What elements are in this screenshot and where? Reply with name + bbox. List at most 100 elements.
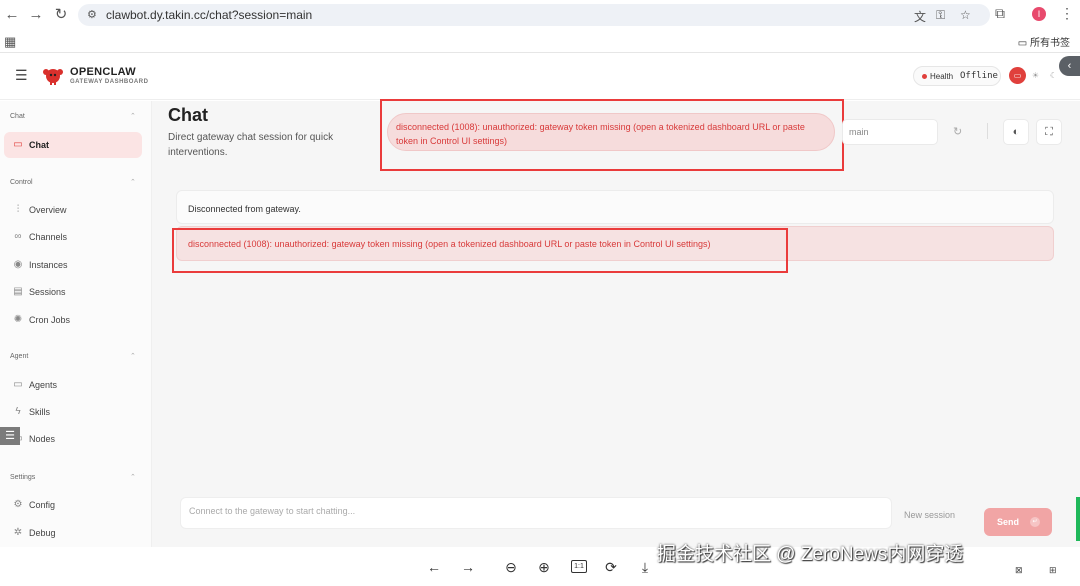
sidebar-item-label: Instances — [29, 260, 68, 270]
sidebar-toggle-icon[interactable]: ☰ — [15, 67, 28, 84]
bug-icon: ✲ — [13, 527, 23, 538]
health-label: Health — [930, 72, 954, 81]
scroll-indicator[interactable] — [1076, 497, 1080, 541]
next-image-icon[interactable]: → — [459, 558, 477, 576]
sidebar-item-label: Config — [29, 500, 56, 510]
zap-icon: ϟ — [15, 406, 21, 417]
back-icon[interactable]: ← — [2, 5, 22, 25]
window-corner-icon[interactable]: ⊞ — [1049, 565, 1057, 576]
sidebar-item-config[interactable]: ⚙ Config — [4, 492, 142, 518]
loader-icon: ✺ — [13, 314, 23, 325]
zoom-in-icon[interactable]: ⊕ — [535, 558, 553, 576]
all-bookmarks-folder[interactable]: ▭ 所有书签 — [1018, 34, 1070, 49]
sidebar-item-chat[interactable]: ▭ Chat — [4, 132, 142, 158]
link-icon: ∞ — [14, 231, 22, 242]
reload-icon[interactable]: ↻ — [51, 5, 71, 25]
sidebar-item-label: Overview — [29, 205, 67, 215]
openclaw-logo-icon — [43, 69, 63, 85]
window-corner-icon[interactable]: ⊠ — [1015, 565, 1023, 576]
focus-mode-icon[interactable]: ⛶ — [1036, 119, 1062, 145]
chat-main: Chat Direct gateway chat session for qui… — [152, 99, 1080, 547]
previous-image-icon[interactable]: ← — [425, 558, 443, 576]
chevron-up-icon[interactable]: ⌃ — [130, 178, 136, 186]
sidebar-item-label: Chat — [29, 140, 49, 150]
status-message-text: Disconnected from gateway. — [188, 204, 301, 214]
sidebar-item-label: Debug — [29, 528, 56, 538]
rotate-icon[interactable]: ⟳ — [602, 558, 620, 576]
chevron-up-icon[interactable]: ⌃ — [130, 352, 136, 360]
send-label: Send — [997, 517, 1020, 527]
profile-avatar[interactable]: I — [1032, 7, 1046, 21]
browser-menu-icon[interactable]: ⋮ — [1060, 5, 1074, 22]
send-button[interactable]: Send ↵ — [984, 508, 1052, 536]
health-value: Offline — [960, 71, 998, 81]
page-subtitle: Direct gateway chat session for quick in… — [168, 132, 334, 158]
watermark: 掘金技术社区 @ ZeroNews内网穿透 — [657, 544, 964, 565]
bookmark-star-icon[interactable]: ☆ — [960, 8, 971, 22]
sidebar-item-cron-jobs[interactable]: ✺ Cron Jobs — [4, 307, 142, 333]
app-header: ☰ OPENCLAW GATEWAY DASHBOARD Health Offl… — [0, 54, 1080, 100]
theme-system-icon[interactable]: ▭ — [1009, 67, 1026, 84]
sidebar-item-debug[interactable]: ✲ Debug — [4, 520, 142, 546]
chevron-up-icon[interactable]: ⌃ — [130, 112, 136, 120]
folder-icon: ▭ — [1017, 38, 1028, 49]
enter-key-icon: ↵ — [1030, 517, 1040, 527]
forward-icon[interactable]: → — [26, 5, 46, 25]
extensions-icon[interactable]: ⧉ — [995, 5, 1005, 22]
sidebar-item-instances[interactable]: ◉ Instances — [4, 252, 142, 278]
chevron-up-icon[interactable]: ⌃ — [130, 473, 136, 481]
refresh-icon[interactable]: ↻ — [953, 125, 962, 138]
error-message: disconnected (1008): unauthorized: gatew… — [176, 226, 1054, 261]
error-message-text: disconnected (1008): unauthorized: gatew… — [188, 239, 711, 249]
sidebar-item-label: Agents — [29, 380, 58, 390]
sidebar-item-skills[interactable]: ϟ Skills — [4, 399, 142, 425]
collapse-panel-icon[interactable]: ‹ — [1059, 56, 1080, 76]
sidebar-item-overview[interactable]: ⫶ Overview — [4, 197, 142, 223]
nav-group-settings[interactable]: Settings — [10, 474, 35, 481]
sidebar-item-nodes[interactable]: ▭ Nodes — [4, 426, 142, 452]
new-session-button[interactable]: New session — [904, 510, 955, 520]
gear-icon: ⚙ — [13, 499, 23, 510]
sidebar-item-label: Nodes — [29, 434, 56, 444]
site-settings-icon[interactable]: ⚙ — [87, 8, 97, 21]
bar-chart-icon: ⫶ — [16, 204, 20, 215]
brand-name: OPENCLAW — [70, 66, 136, 78]
document-icon: ▤ — [13, 286, 23, 297]
browser-toolbar: ← → ↻ ⚙ clawbot.dy.takin.cc/chat?session… — [0, 0, 1080, 30]
health-status-dot-icon — [922, 74, 927, 79]
chat-icon: ▭ — [13, 139, 23, 150]
sidebar-item-agents[interactable]: ▭ Agents — [4, 372, 142, 398]
toolbar-divider — [987, 123, 988, 139]
sidebar-item-label: Sessions — [29, 287, 66, 297]
theme-light-icon[interactable]: ☀ — [1027, 67, 1044, 84]
message-input[interactable] — [181, 498, 891, 528]
thinking-toggle-icon[interactable]: ◐ — [1003, 119, 1029, 145]
session-select[interactable]: main — [842, 119, 938, 145]
url-text[interactable]: clawbot.dy.takin.cc/chat?session=main — [106, 8, 312, 22]
download-icon[interactable]: ⤓ — [636, 558, 654, 576]
password-key-icon[interactable]: ⚿ — [936, 8, 945, 23]
message-composer[interactable] — [180, 497, 892, 529]
nav-group-chat[interactable]: Chat — [10, 113, 25, 120]
brand-subtitle: GATEWAY DASHBOARD — [70, 79, 149, 85]
sidebar-item-label: Skills — [29, 407, 51, 417]
page-title: Chat — [168, 105, 208, 125]
zoom-out-icon[interactable]: ⊖ — [502, 558, 520, 576]
address-bar[interactable]: ⚙ clawbot.dy.takin.cc/chat?session=main … — [78, 4, 990, 26]
actual-size-button[interactable]: 1:1 — [571, 560, 587, 573]
nav-group-control[interactable]: Control — [10, 179, 33, 186]
translate-icon[interactable]: 文 — [914, 8, 926, 25]
health-status-badge: Health Offline — [913, 66, 1001, 86]
radio-icon: ◉ — [13, 259, 23, 270]
nav-group-agent[interactable]: Agent — [10, 353, 28, 360]
bookmarks-bar: ▦ ▭ 所有书签 — [0, 30, 1080, 53]
sidebar-item-label: Channels — [29, 232, 68, 242]
sidebar-item-label: Cron Jobs — [29, 315, 71, 325]
connection-error-banner: disconnected (1008): unauthorized: gatew… — [387, 113, 835, 151]
all-bookmarks-label: 所有书签 — [1030, 38, 1070, 49]
floating-tool-icon[interactable]: ☰ — [0, 427, 20, 445]
status-message: Disconnected from gateway. — [176, 190, 1054, 224]
sidebar-item-channels[interactable]: ∞ Channels — [4, 224, 142, 250]
sidebar-item-sessions[interactable]: ▤ Sessions — [4, 279, 142, 305]
apps-grid-icon[interactable]: ▦ — [4, 34, 16, 50]
